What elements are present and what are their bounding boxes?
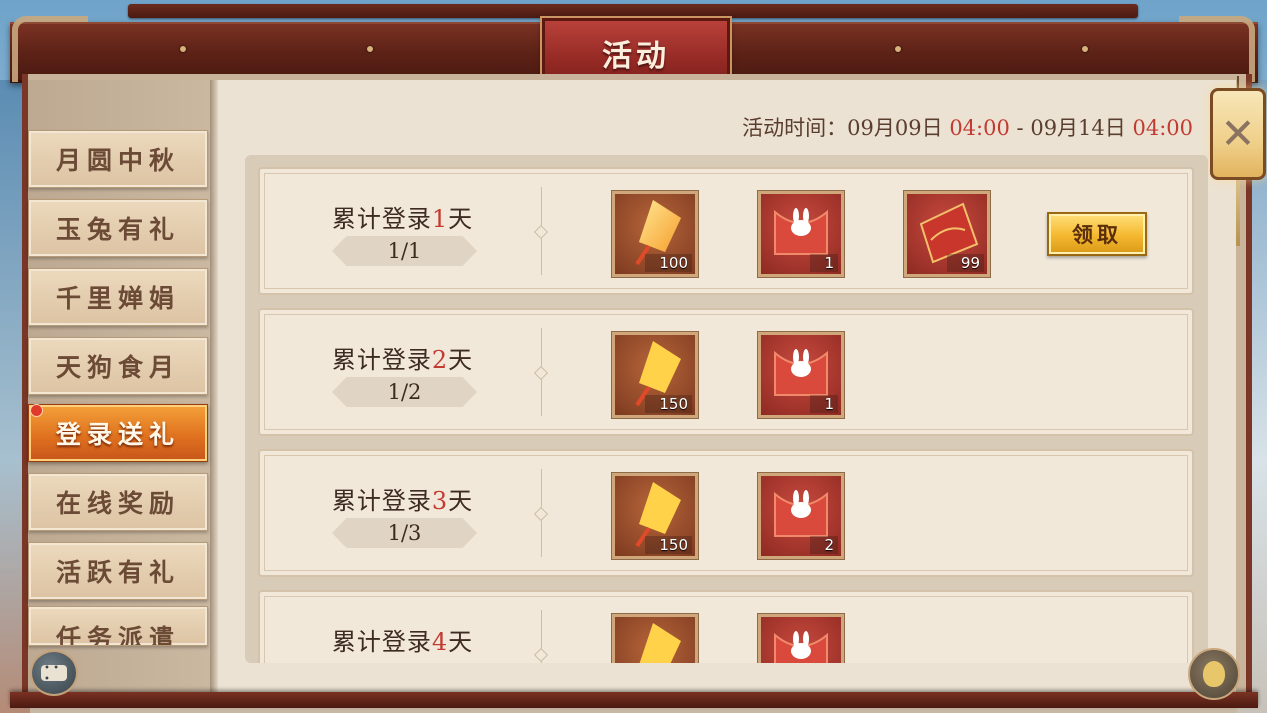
list-item: 累计登录1天 1/1 100 1 99 领取 bbox=[258, 167, 1194, 295]
page-title: 活动 bbox=[602, 39, 670, 74]
sidebar-item-label: 登录送礼 bbox=[55, 420, 180, 449]
frame-stud bbox=[895, 46, 901, 52]
row-title-suffix: 天 bbox=[448, 487, 474, 515]
row-title-suffix: 天 bbox=[448, 205, 474, 233]
sidebar-item-lunar-eclipse[interactable]: 天狗食月 bbox=[28, 337, 208, 395]
row-progress: 1/2 bbox=[332, 377, 477, 407]
chat-button[interactable] bbox=[30, 650, 78, 696]
reward-item[interactable]: 2 bbox=[757, 472, 845, 560]
row-title-suffix: 天 bbox=[448, 628, 474, 656]
event-time-label: 活动时间： bbox=[742, 116, 848, 140]
gourd-icon bbox=[1203, 661, 1225, 687]
sidebar-item-task-dispatch[interactable]: 任务派遣 bbox=[28, 606, 208, 646]
reward-count: 100 bbox=[645, 254, 692, 272]
reward-count: 2 bbox=[810, 536, 838, 554]
event-time-separator: - bbox=[1016, 116, 1024, 140]
event-start-date: 09月09日 bbox=[847, 116, 943, 140]
row-title: 累计登录1天 bbox=[260, 199, 545, 234]
row-title-suffix: 天 bbox=[448, 346, 474, 374]
claim-button[interactable]: 领取 bbox=[1047, 212, 1147, 256]
reward-count: 150 bbox=[645, 536, 692, 554]
gourd-menu-button[interactable] bbox=[1188, 648, 1240, 700]
sidebar-item-label: 任务派遣 bbox=[55, 624, 180, 646]
close-icon: ✕ bbox=[1220, 109, 1256, 158]
frame-corner-ornament bbox=[12, 16, 88, 82]
chat-bubble-icon bbox=[41, 663, 67, 685]
list-item: 累计登录4天 bbox=[258, 590, 1194, 663]
row-day-count: 1 bbox=[431, 205, 449, 233]
reward-count: 1 bbox=[810, 395, 838, 413]
reward-count: 99 bbox=[946, 254, 984, 272]
sidebar-item-active-gift[interactable]: 活跃有礼 bbox=[28, 542, 208, 600]
lantern-tassel bbox=[1236, 180, 1240, 246]
close-button[interactable]: ✕ bbox=[1210, 88, 1266, 180]
reward-item[interactable]: 99 bbox=[903, 190, 991, 278]
list-item: 累计登录2天 1/2 150 1 bbox=[258, 308, 1194, 436]
row-progress: 1/3 bbox=[332, 518, 477, 548]
reward-count: 150 bbox=[645, 395, 692, 413]
sidebar-item-jade-rabbit-gift[interactable]: 玉兔有礼 bbox=[28, 199, 208, 257]
row-day-count: 2 bbox=[431, 346, 449, 374]
row-day-count: 3 bbox=[431, 487, 449, 515]
list-item: 累计登录3天 1/3 150 2 bbox=[258, 449, 1194, 577]
row-day-count: 4 bbox=[431, 628, 449, 656]
row-title-prefix: 累计登录 bbox=[331, 346, 432, 374]
sidebar-item-label: 千里婵娟 bbox=[55, 284, 180, 313]
sidebar-item-label: 天狗食月 bbox=[55, 353, 180, 382]
frame-stud bbox=[1082, 46, 1088, 52]
row-title: 累计登录4天 bbox=[260, 622, 545, 657]
reward-item[interactable]: 1 bbox=[757, 331, 845, 419]
sidebar-item-online-reward[interactable]: 在线奖励 bbox=[28, 473, 208, 531]
event-end-date: 09月14日 bbox=[1030, 116, 1126, 140]
event-end-time: 04:00 bbox=[1132, 116, 1193, 140]
reward-item[interactable] bbox=[611, 613, 699, 663]
reward-count: 1 bbox=[810, 254, 838, 272]
sidebar-item-mid-autumn[interactable]: 月圆中秋 bbox=[28, 130, 208, 188]
sidebar-item-label: 活跃有礼 bbox=[55, 558, 180, 587]
frame-corner-ornament bbox=[1179, 16, 1255, 82]
row-title: 累计登录2天 bbox=[260, 340, 545, 375]
reward-item[interactable]: 100 bbox=[611, 190, 699, 278]
row-progress: 1/1 bbox=[332, 236, 477, 266]
frame-stud bbox=[367, 46, 373, 52]
sidebar-item-label: 在线奖励 bbox=[55, 489, 180, 518]
reward-item[interactable] bbox=[757, 613, 845, 663]
bottom-frame-bar bbox=[10, 692, 1258, 708]
rabbit-red-envelope-icon bbox=[774, 631, 828, 663]
reward-item[interactable]: 150 bbox=[611, 472, 699, 560]
sidebar-divider bbox=[210, 80, 218, 692]
claim-button-label: 领取 bbox=[1072, 222, 1122, 247]
sidebar-item-login-gift[interactable]: 登录送礼 bbox=[28, 404, 208, 462]
frame-stud bbox=[180, 46, 186, 52]
reward-item[interactable]: 150 bbox=[611, 331, 699, 419]
event-time: 活动时间：09月09日 04:00 - 09月14日 04:00 bbox=[742, 112, 1193, 142]
event-start-time: 04:00 bbox=[949, 116, 1010, 140]
sidebar-item-label: 玉兔有礼 bbox=[55, 215, 180, 244]
row-title: 累计登录3天 bbox=[260, 481, 545, 516]
sky-lantern-icon bbox=[639, 623, 681, 663]
notification-dot-icon bbox=[30, 404, 43, 417]
row-title-prefix: 累计登录 bbox=[331, 205, 432, 233]
row-title-prefix: 累计登录 bbox=[331, 487, 432, 515]
reward-item[interactable]: 1 bbox=[757, 190, 845, 278]
sidebar-item-moonlight[interactable]: 千里婵娟 bbox=[28, 268, 208, 326]
top-frame-beam bbox=[128, 4, 1138, 18]
reward-list[interactable]: 累计登录1天 1/1 100 1 99 领取 累计登录2天 1/2 150 1 … bbox=[245, 155, 1208, 663]
sidebar-item-label: 月圆中秋 bbox=[55, 146, 180, 175]
row-title-prefix: 累计登录 bbox=[331, 628, 432, 656]
